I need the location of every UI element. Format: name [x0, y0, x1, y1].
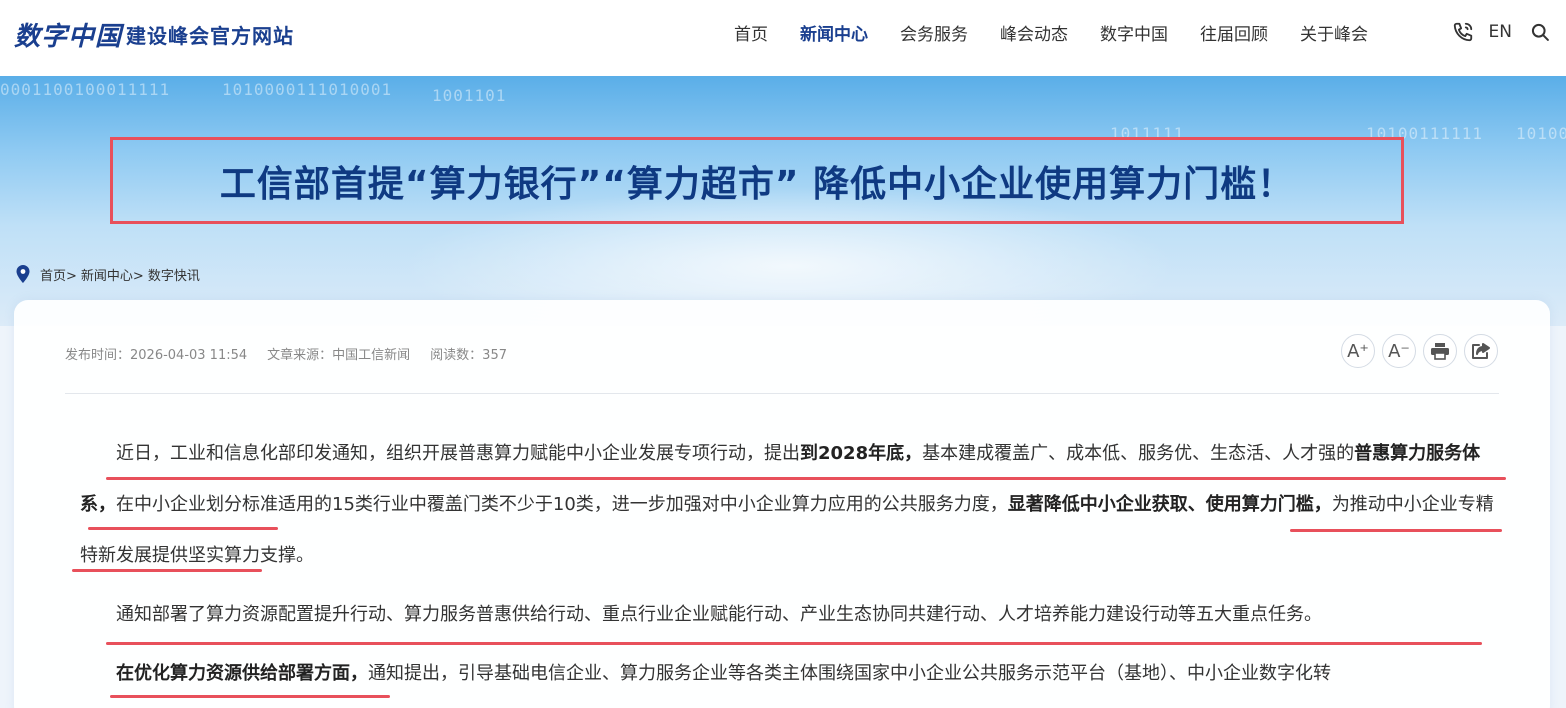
breadcrumb-news-center[interactable]: 新闻中心>	[81, 265, 144, 284]
paragraph-3: 在优化算力资源供给部署方面，通知提出，引导基础电信企业、算力服务企业等各类主体围…	[80, 648, 1500, 699]
nav-about[interactable]: 关于峰会	[1300, 20, 1368, 45]
bold-segment: 在优化算力资源供给部署方面，	[116, 663, 368, 684]
annotation-underline	[1290, 529, 1502, 532]
banner-binary: 0001100100011111	[0, 80, 171, 99]
nav-conference-services[interactable]: 会务服务	[900, 20, 968, 45]
print-icon[interactable]	[1423, 334, 1457, 368]
page-title: 工信部首提“算力银行”“算力超市” 降低中小企业使用算力门槛！	[219, 163, 1295, 205]
annotation-underline	[72, 569, 262, 572]
breadcrumb-digital-news[interactable]: 数字快讯	[148, 265, 200, 284]
text-segment: 通知提出，引导基础电信企业、算力服务企业等各类主体围绕国家中小企业公共服务示范平…	[368, 663, 1331, 684]
logo-script: 数字中国	[14, 21, 123, 52]
nav-digital-china[interactable]: 数字中国	[1100, 20, 1168, 45]
annotation-underline	[88, 527, 278, 530]
title-highlight-box: 工信部首提“算力银行”“算力超市” 降低中小企业使用算力门槛！	[110, 137, 1404, 224]
language-switch[interactable]: EN	[1489, 22, 1512, 42]
font-decrease-button[interactable]: A⁻	[1382, 334, 1416, 368]
site-logo[interactable]: 数字中国 建设峰会官方网站	[14, 18, 295, 52]
nav-past-review[interactable]: 往届回顾	[1200, 20, 1268, 45]
article-meta: 发布时间：2026-04-03 11:54 文章来源：中国工信新闻 阅读数：35…	[65, 344, 527, 363]
publish-time: 发布时间：2026-04-03 11:54	[65, 348, 248, 363]
article-card: 发布时间：2026-04-03 11:54 文章来源：中国工信新闻 阅读数：35…	[14, 300, 1550, 708]
header-tools: EN	[1451, 0, 1552, 64]
annotation-underline	[106, 477, 1506, 480]
hero-banner: 0001100100011111 1010000111010001 100110…	[0, 76, 1566, 326]
banner-binary: 1001101	[432, 86, 507, 105]
main-nav: 首页 新闻中心 会务服务 峰会动态 数字中国 往届回顾 关于峰会	[718, 0, 1384, 64]
site-header: 数字中国 建设峰会官方网站 首页 新闻中心 会务服务 峰会动态 数字中国 往届回…	[0, 0, 1566, 76]
nav-summit-news[interactable]: 峰会动态	[1000, 20, 1068, 45]
article-tools: A⁺ A⁻	[1334, 334, 1498, 368]
text-segment: 在中小企业划分标准适用的15类行业中覆盖门类不少于10类，进一步加强对中小企业算…	[116, 494, 1008, 515]
meta-divider	[65, 393, 1499, 394]
article-source: 文章来源：中国工信新闻	[267, 348, 411, 363]
banner-binary: 1010000111010001	[222, 80, 393, 99]
read-count: 阅读数：357	[430, 348, 507, 363]
text-segment: 基本建成覆盖广、成本低、服务优、生态活、人才强的	[922, 443, 1355, 464]
breadcrumb: 首页> 新闻中心> 数字快讯	[14, 264, 200, 284]
nav-news-center[interactable]: 新闻中心	[800, 20, 868, 45]
search-icon[interactable]	[1528, 20, 1552, 44]
article-body: 近日，工业和信息化部印发通知，组织开展普惠算力赋能中小企业发展专项行动，提出到2…	[80, 428, 1500, 707]
paragraph-1: 近日，工业和信息化部印发通知，组织开展普惠算力赋能中小企业发展专项行动，提出到2…	[80, 428, 1500, 581]
phone-icon[interactable]	[1451, 20, 1475, 44]
breadcrumb-home[interactable]: 首页>	[40, 265, 77, 284]
paragraph-2: 通知部署了算力资源配置提升行动、算力服务普惠供给行动、重点行业企业赋能行动、产业…	[116, 604, 1322, 625]
share-icon[interactable]	[1464, 334, 1498, 368]
bold-segment: 显著降低中小企业获取、使用算力门槛，	[1007, 494, 1332, 515]
font-increase-button[interactable]: A⁺	[1341, 334, 1375, 368]
nav-home[interactable]: 首页	[734, 20, 768, 45]
location-pin-icon	[16, 265, 30, 283]
annotation-underline	[106, 642, 1482, 645]
bold-segment: 到2028年底，	[800, 443, 923, 464]
annotation-underline	[110, 695, 390, 698]
logo-text: 建设峰会官方网站	[126, 23, 295, 48]
banner-binary: 10100	[1516, 124, 1566, 143]
text-segment: 近日，工业和信息化部印发通知，组织开展普惠算力赋能中小企业发展专项行动，提出	[116, 443, 800, 464]
